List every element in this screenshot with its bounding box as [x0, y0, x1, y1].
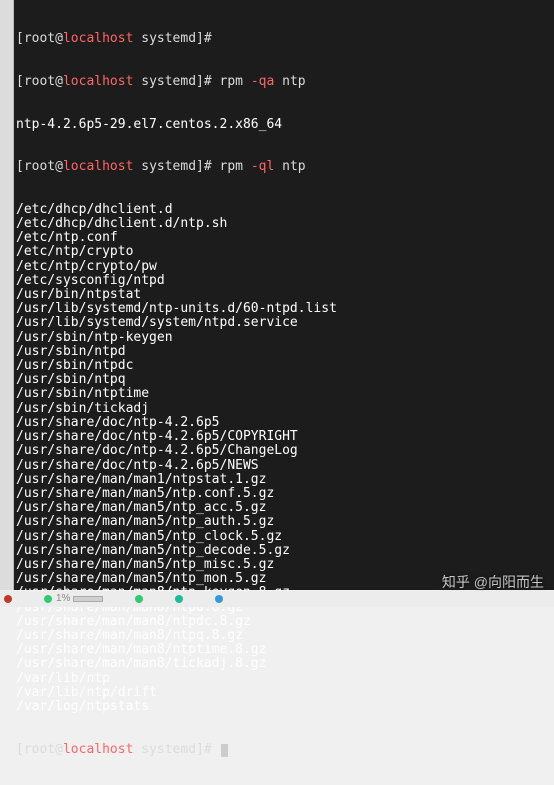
taskbar-item[interactable]: [4, 595, 16, 603]
file-list: /etc/dhcp/dhclient.d/etc/dhcp/dhclient.d…: [16, 203, 552, 714]
output-line: /usr/share/man/man8/tickadj.8.gz: [16, 657, 552, 671]
output-line: /usr/share/man/man8/ntpq.8.gz: [16, 629, 552, 643]
output-line: /usr/share/doc/ntp-4.2.6p5: [16, 416, 552, 430]
output-line: /usr/share/man/man5/ntp_auth.5.gz: [16, 515, 552, 529]
output-line: /usr/lib/systemd/ntp-units.d/60-ntpd.lis…: [16, 302, 552, 316]
output-line: /etc/ntp.conf: [16, 231, 552, 245]
dot-icon: [135, 595, 143, 603]
output-line: /usr/share/doc/ntp-4.2.6p5/ChangeLog: [16, 444, 552, 458]
prompt-line: [root@localhost systemd]# rpm -qa ntp: [16, 75, 552, 89]
dot-icon: [215, 595, 223, 603]
output-line: /usr/sbin/ntpd: [16, 345, 552, 359]
output-line: /usr/bin/ntpstat: [16, 288, 552, 302]
output-line: /usr/sbin/ntpdc: [16, 359, 552, 373]
output-line: /var/lib/ntp: [16, 672, 552, 686]
cursor: [221, 744, 228, 757]
taskbar-item[interactable]: 1%: [44, 592, 107, 606]
output-line: /etc/ntp/crypto: [16, 245, 552, 259]
prompt-line: [root@localhost systemd]#: [16, 32, 552, 46]
output-line: /etc/dhcp/dhclient.d: [16, 203, 552, 217]
taskbar-item[interactable]: [135, 595, 147, 603]
output-line: ntp-4.2.6p5-29.el7.centos.2.x86_64: [16, 118, 552, 132]
output-line: /usr/share/man/man5/ntp_misc.5.gz: [16, 558, 552, 572]
dot-icon: [44, 595, 52, 603]
output-line: /usr/share/man/man5/ntp_decode.5.gz: [16, 544, 552, 558]
scrollbar-gutter[interactable]: [0, 0, 14, 590]
output-line: /usr/sbin/ntp-keygen: [16, 331, 552, 345]
dot-icon: [4, 595, 12, 603]
output-line: /etc/ntp/crypto/pw: [16, 260, 552, 274]
prompt-line: [root@localhost systemd]#: [16, 743, 552, 757]
output-line: /usr/share/man/man5/ntp.conf.5.gz: [16, 487, 552, 501]
output-line: /usr/share/doc/ntp-4.2.6p5/COPYRIGHT: [16, 430, 552, 444]
output-line: /usr/share/man/man5/ntp_acc.5.gz: [16, 501, 552, 515]
output-line: /usr/share/man/man8/ntpdc.8.gz: [16, 615, 552, 629]
watermark: 知乎 @向阳而生: [442, 575, 544, 589]
output-line: /usr/lib/systemd/system/ntpd.service: [16, 316, 552, 330]
terminal-output[interactable]: [root@localhost systemd]# [root@localhos…: [14, 0, 554, 590]
progress-bar: [73, 596, 103, 602]
output-line: /var/log/ntpstats: [16, 700, 552, 714]
output-line: /usr/sbin/ntptime: [16, 387, 552, 401]
taskbar: 1%: [0, 591, 554, 607]
prompt-line: [root@localhost systemd]# rpm -ql ntp: [16, 160, 552, 174]
output-line: /etc/dhcp/dhclient.d/ntp.sh: [16, 217, 552, 231]
output-line: /usr/share/man/man8/ntptime.8.gz: [16, 643, 552, 657]
taskbar-item[interactable]: [175, 595, 187, 603]
output-line: /usr/sbin/tickadj: [16, 402, 552, 416]
output-line: /usr/share/man/man1/ntpstat.1.gz: [16, 473, 552, 487]
output-line: /usr/share/man/man5/ntp_clock.5.gz: [16, 530, 552, 544]
output-line: /usr/share/doc/ntp-4.2.6p5/NEWS: [16, 459, 552, 473]
dot-icon: [175, 595, 183, 603]
output-line: /etc/sysconfig/ntpd: [16, 274, 552, 288]
output-line: /var/lib/ntp/drift: [16, 686, 552, 700]
taskbar-item[interactable]: [215, 595, 227, 603]
terminal-window: [root@localhost systemd]# [root@localhos…: [0, 0, 554, 590]
output-line: /usr/sbin/ntpq: [16, 373, 552, 387]
